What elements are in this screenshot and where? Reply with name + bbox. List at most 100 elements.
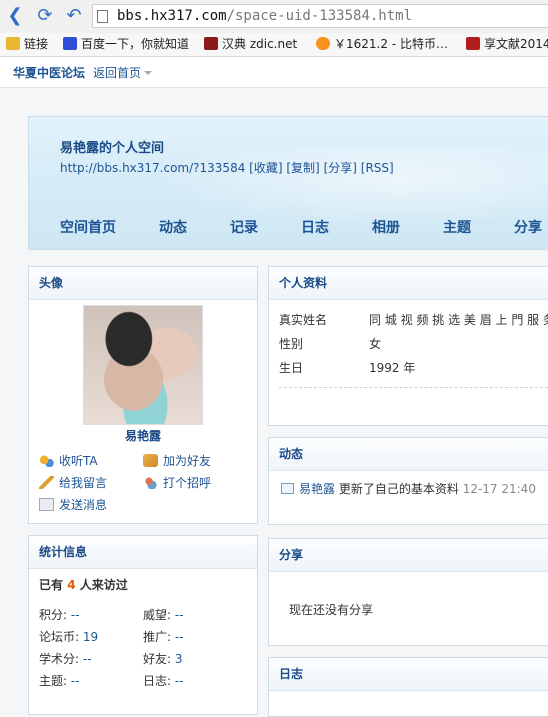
leave-message-label: 给我留言 <box>59 476 108 490</box>
feed-user-link[interactable]: 易艳露 <box>299 482 335 496</box>
greet-button[interactable]: 打个招呼 <box>143 475 211 491</box>
add-friend-label: 加为好友 <box>163 454 212 468</box>
wen-icon <box>466 37 480 50</box>
handshake-icon <box>143 454 158 467</box>
stat-label: 威望: <box>143 608 172 622</box>
profile-label: 真实姓名 <box>279 313 328 327</box>
back-home-label: 返回首页 <box>93 66 142 80</box>
folder-icon <box>6 37 20 50</box>
baidu-paw-icon <box>63 37 77 50</box>
tab-threads[interactable]: 主题 <box>443 217 471 237</box>
space-banner: 易艳露的个人空间 http://bbs.hx317.com/?133584 [收… <box>28 116 548 250</box>
feed-panel-title: 动态 <box>269 438 548 471</box>
stat-label: 主题: <box>39 674 68 688</box>
rss-link[interactable]: [RSS] <box>361 161 394 175</box>
blog-panel-title: 日志 <box>269 658 548 691</box>
stat-value: -- <box>70 674 80 688</box>
profile-label: 生日 <box>279 361 304 375</box>
blog-panel: 日志 <box>268 657 548 717</box>
listen-button[interactable]: 收听TA <box>39 453 98 469</box>
stat-prestige: 威望: -- <box>143 606 184 623</box>
stat-blogs: 日志: -- <box>143 672 184 689</box>
stat-value: -- <box>174 608 184 622</box>
greet-icon <box>143 476 158 489</box>
undo-icon[interactable]: ↶ <box>63 5 85 27</box>
bookmark-label: 汉典 zdic.net <box>222 37 298 51</box>
stat-friends: 好友: 3 <box>143 650 183 667</box>
tab-feed[interactable]: 动态 <box>159 217 187 237</box>
stat-coins: 论坛币: 19 <box>39 628 98 645</box>
bookmark-label: 百度一下，你就知道 <box>81 37 190 51</box>
stat-value: -- <box>174 630 184 644</box>
site-name-link[interactable]: 华夏中医论坛 <box>13 64 85 81</box>
greet-label: 打个招呼 <box>163 476 212 490</box>
stat-label: 论坛币: <box>39 630 80 644</box>
visits-number: 4 <box>67 578 76 592</box>
stats-panel-title: 统计信息 <box>29 536 257 569</box>
stat-label: 积分: <box>39 608 68 622</box>
url-host: bbs.hx317.com <box>117 8 227 24</box>
stat-value: -- <box>82 652 92 666</box>
bookmark-links[interactable]: 链接 <box>6 36 48 53</box>
stat-value: 19 <box>82 630 99 644</box>
stat-points: 积分: -- <box>39 606 80 623</box>
address-bar[interactable]: bbs.hx317.com/space-uid-133584.html <box>92 4 548 28</box>
avatar-panel-title: 头像 <box>29 267 257 300</box>
stat-threads: 主题: -- <box>39 672 80 689</box>
send-message-label: 发送消息 <box>59 498 108 512</box>
tab-space-home[interactable]: 空间首页 <box>60 217 116 237</box>
refresh-icon[interactable]: ⟳ <box>34 5 56 27</box>
bitcoin-icon <box>316 37 330 50</box>
feed-time: 12-17 21:40 <box>462 482 536 496</box>
stat-academic: 学术分: -- <box>39 650 92 667</box>
avatar-panel: 头像 易艳露 收听TA 加为好友 给我留言 打个招呼 发送消息 <box>28 266 258 524</box>
url-path: /space-uid-133584.html <box>226 8 413 24</box>
bookmark-label: 链接 <box>24 37 49 51</box>
tab-album[interactable]: 相册 <box>372 217 400 237</box>
avatar-username[interactable]: 易艳露 <box>29 427 257 444</box>
chevron-down-icon <box>144 71 153 75</box>
add-friend-button[interactable]: 加为好友 <box>143 453 211 469</box>
share-panel: 分享 现在还没有分享 <box>268 538 548 646</box>
bookmark-bitcoin[interactable]: ￥1621.2 - 比特币… <box>316 36 448 53</box>
back-arrow-icon[interactable]: ❮ <box>4 5 26 27</box>
share-link[interactable]: [分享] <box>324 161 357 175</box>
copy-link[interactable]: [复制] <box>286 161 319 175</box>
tab-blog[interactable]: 日志 <box>301 217 329 237</box>
envelope-icon <box>39 498 54 511</box>
send-message-button[interactable]: 发送消息 <box>39 497 107 513</box>
zdic-icon <box>204 37 218 50</box>
bookmarks-bar: 链接 百度一下，你就知道 汉典 zdic.net ￥1621.2 - 比特币… … <box>0 33 548 57</box>
divider <box>279 387 548 388</box>
profile-label: 性别 <box>279 337 304 351</box>
bookmark-label: 享文献2014: <box>484 37 548 51</box>
bookmark-wenxian[interactable]: 享文献2014: <box>466 36 548 53</box>
profile-panel: 个人资料 真实姓名 同 城 视 频 挑 选 美 眉 上 門 服 务 性别 女 生日 1… <box>268 266 548 426</box>
page-icon <box>97 10 108 23</box>
bookmark-baidu[interactable]: 百度一下，你就知道 <box>63 36 189 53</box>
back-home-link[interactable]: 返回首页 <box>93 64 153 81</box>
stats-panel: 统计信息 已有 4 人来访过 积分: -- 威望: -- 论坛币: 19 推广:… <box>28 535 258 715</box>
feed-text: 更新了自己的基本资料 <box>338 482 459 496</box>
visitor-count: 已有 4 人来访过 <box>39 576 128 593</box>
stat-value: 3 <box>174 652 183 666</box>
stat-label: 推广: <box>143 630 172 644</box>
space-url-line: http://bbs.hx317.com/?133584 [收藏] [复制] [… <box>60 159 394 176</box>
stat-promotion: 推广: -- <box>143 628 184 645</box>
forum-top-nav: 华夏中医论坛 返回首页 <box>0 57 548 88</box>
bookmark-space-link[interactable]: [收藏] <box>249 161 282 175</box>
feed-item: 易艳露 更新了自己的基本资料 12-17 21:40 <box>281 480 536 497</box>
profile-row-birthday: 生日 1992 年 <box>279 359 415 376</box>
profile-value: 同 城 视 频 挑 选 美 眉 上 門 服 务 <box>369 313 548 327</box>
share-panel-title: 分享 <box>269 539 548 572</box>
avatar[interactable] <box>83 305 203 425</box>
leave-message-button[interactable]: 给我留言 <box>39 475 107 491</box>
stat-label: 好友: <box>143 652 172 666</box>
tab-records[interactable]: 记录 <box>230 217 258 237</box>
space-url-link[interactable]: http://bbs.hx317.com/?133584 <box>60 161 245 175</box>
tab-share[interactable]: 分享 <box>514 217 542 237</box>
pencil-icon <box>39 476 54 489</box>
bookmark-zdic[interactable]: 汉典 zdic.net <box>204 36 297 53</box>
bookmark-label: ￥1621.2 - 比特币… <box>334 37 448 51</box>
listen-icon <box>39 454 54 467</box>
